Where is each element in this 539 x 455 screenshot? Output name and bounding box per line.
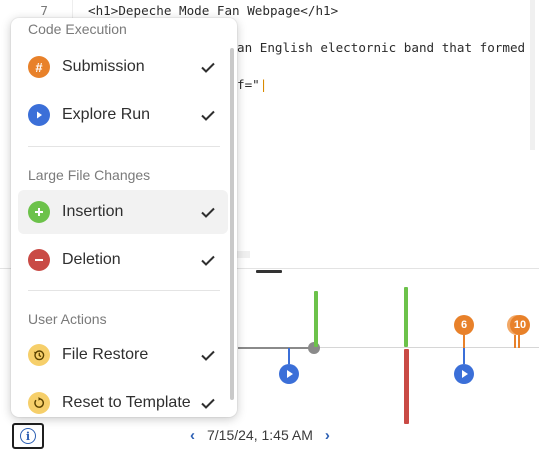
menu-item-label: Deletion: [62, 251, 121, 268]
minus-icon: [28, 249, 50, 271]
section-label: Large File Changes: [28, 167, 151, 183]
code-line-heading[interactable]: <h1>Depeche Mode Fan Webpage</h1>: [88, 3, 338, 18]
submission-marker-stem: [514, 335, 516, 348]
event-filter-menu: Code Execution # Submission Explore Run …: [11, 18, 237, 417]
chevron-right-icon[interactable]: ›: [325, 427, 330, 444]
menu-item-explore-run[interactable]: Explore Run: [18, 93, 228, 137]
menu-item-submission[interactable]: # Submission: [18, 45, 228, 89]
menu-item-label: Insertion: [62, 203, 124, 220]
menu-item-deletion[interactable]: Deletion: [18, 238, 228, 282]
menu-scrollbar[interactable]: [230, 48, 234, 400]
info-icon: i: [20, 428, 36, 444]
plus-icon: [28, 201, 50, 223]
menu-item-insertion[interactable]: Insertion: [18, 190, 228, 234]
run-marker-stem: [288, 348, 290, 364]
timeline-date: 7/15/24, 1:45 AM: [207, 427, 313, 443]
deletion-bar[interactable]: [404, 349, 409, 424]
check-icon: [198, 350, 218, 361]
submission-badge[interactable]: 10: [510, 315, 530, 335]
timeline-progress: [238, 347, 314, 349]
menu-item-label: Reset to Template: [62, 394, 191, 411]
explore-run-marker[interactable]: [279, 364, 299, 384]
play-icon: [28, 104, 50, 126]
section-label: Code Execution: [28, 21, 127, 37]
section-label: User Actions: [28, 311, 107, 327]
menu-divider: [28, 290, 220, 291]
menu-item-reset-to-template[interactable]: Reset to Template: [18, 381, 228, 417]
line-number: 7: [40, 3, 48, 18]
menu-item-label: Submission: [62, 58, 145, 75]
run-marker-stem: [463, 348, 465, 364]
check-icon: [198, 207, 218, 218]
submission-marker-stem: [518, 335, 520, 348]
insertion-bar[interactable]: [314, 291, 318, 347]
code-attribute-text: f=": [237, 77, 260, 92]
menu-item-label: Explore Run: [62, 106, 151, 123]
hash-icon: #: [28, 56, 50, 78]
text-cursor: |: [259, 77, 268, 92]
insertion-bar[interactable]: [404, 287, 408, 347]
submission-marker-stem: [463, 335, 465, 348]
menu-item-file-restore[interactable]: File Restore: [18, 333, 228, 377]
submission-badge[interactable]: 6: [454, 315, 474, 335]
check-icon: [198, 398, 218, 409]
code-line-attribute[interactable]: f="|: [237, 77, 267, 92]
chevron-left-icon[interactable]: ‹: [190, 427, 195, 444]
code-line-paragraph[interactable]: an English electornic band that formed: [237, 40, 525, 55]
reset-icon: [28, 392, 50, 414]
timeline-date-navigator: ‹ 7/15/24, 1:45 AM ›: [190, 424, 330, 446]
history-icon: [28, 344, 50, 366]
explore-run-marker[interactable]: [454, 364, 474, 384]
legend-toggle-button[interactable]: i: [12, 423, 44, 449]
check-icon: [198, 255, 218, 266]
menu-item-label: File Restore: [62, 346, 149, 363]
resize-handle[interactable]: [256, 270, 282, 273]
check-icon: [198, 62, 218, 73]
menu-divider: [28, 146, 220, 147]
editor-vertical-scrollbar[interactable]: [530, 0, 535, 150]
check-icon: [198, 110, 218, 121]
